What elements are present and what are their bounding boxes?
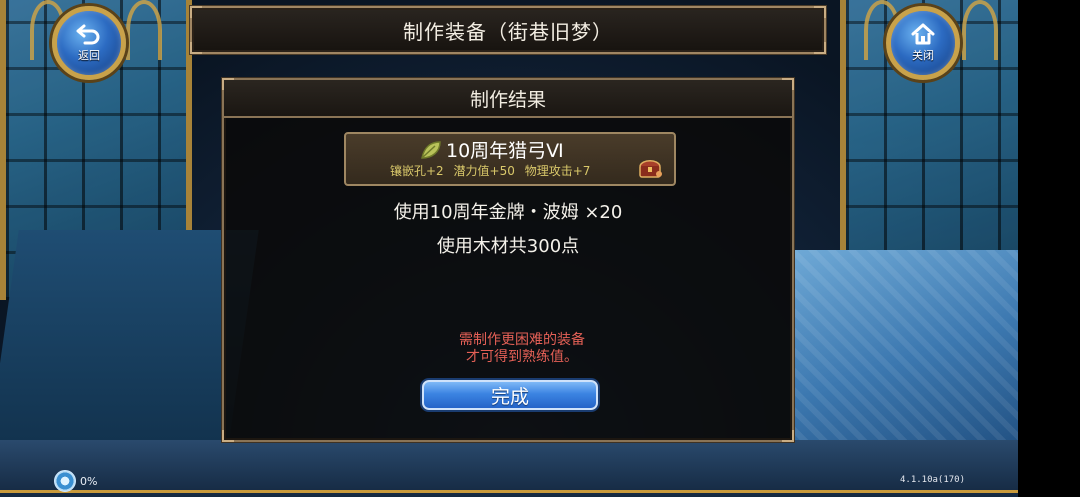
back-button-label: 返回: [78, 49, 100, 62]
home-icon: [911, 23, 935, 45]
stat-physical-attack: 物理攻击+7: [524, 164, 591, 178]
done-button[interactable]: 完成: [422, 380, 598, 410]
ornament-right-b: [962, 0, 998, 60]
screen-edge-bar: [1018, 0, 1080, 497]
close-button[interactable]: 关闭: [886, 6, 960, 80]
stat-sockets: 镶嵌孔+2: [390, 164, 444, 178]
material-wood-line: 使用木材共300点: [436, 236, 580, 257]
loading-orb-icon: [54, 470, 76, 492]
loading-percent: 0%: [80, 474, 98, 488]
leaf-icon: [421, 141, 441, 159]
game-scene: 返回 制作装备（街巷旧梦） 关闭 制作结果 10周年猎弓Ⅵ 镶嵌孔+2 潜力值+…: [0, 0, 1018, 497]
background-floor-bottom: [0, 440, 1018, 497]
treasure-chest-icon[interactable]: [638, 156, 664, 180]
stat-potential: 潜力值+50: [453, 164, 515, 178]
craft-result-panel: 制作结果 10周年猎弓Ⅵ 镶嵌孔+2 潜力值+50 物理攻击+7 使用10周年金…: [222, 78, 794, 442]
panel-corner-bl: [222, 430, 234, 442]
item-name: 10周年猎弓Ⅵ: [446, 140, 564, 162]
panel-corner-br: [782, 430, 794, 442]
warning-line-1: 需制作更困难的装备: [459, 332, 585, 348]
panel-title: 制作结果: [224, 80, 792, 118]
back-button[interactable]: 返回: [52, 6, 126, 80]
warning-line-2: 才可得到熟练值。: [466, 349, 578, 365]
item-card[interactable]: 10周年猎弓Ⅵ 镶嵌孔+2 潜力值+50 物理攻击+7: [344, 132, 676, 186]
close-button-label: 关闭: [912, 49, 934, 62]
ornament-left-b: [126, 0, 162, 60]
background-floor-right: [790, 250, 1018, 470]
back-arrow-icon: [76, 24, 100, 45]
bottom-divider: [0, 490, 1018, 493]
item-stats: 镶嵌孔+2 潜力值+50 物理攻击+7: [390, 162, 596, 179]
page-title: 制作装备（街巷旧梦）: [403, 19, 613, 44]
material-medal-line: 使用10周年金牌・波姆 ×20: [393, 202, 623, 223]
title-bar: 制作装备（街巷旧梦）: [190, 6, 826, 54]
version-label: 4.1.10a(170): [900, 475, 966, 485]
loading-status: 0%: [54, 470, 97, 492]
